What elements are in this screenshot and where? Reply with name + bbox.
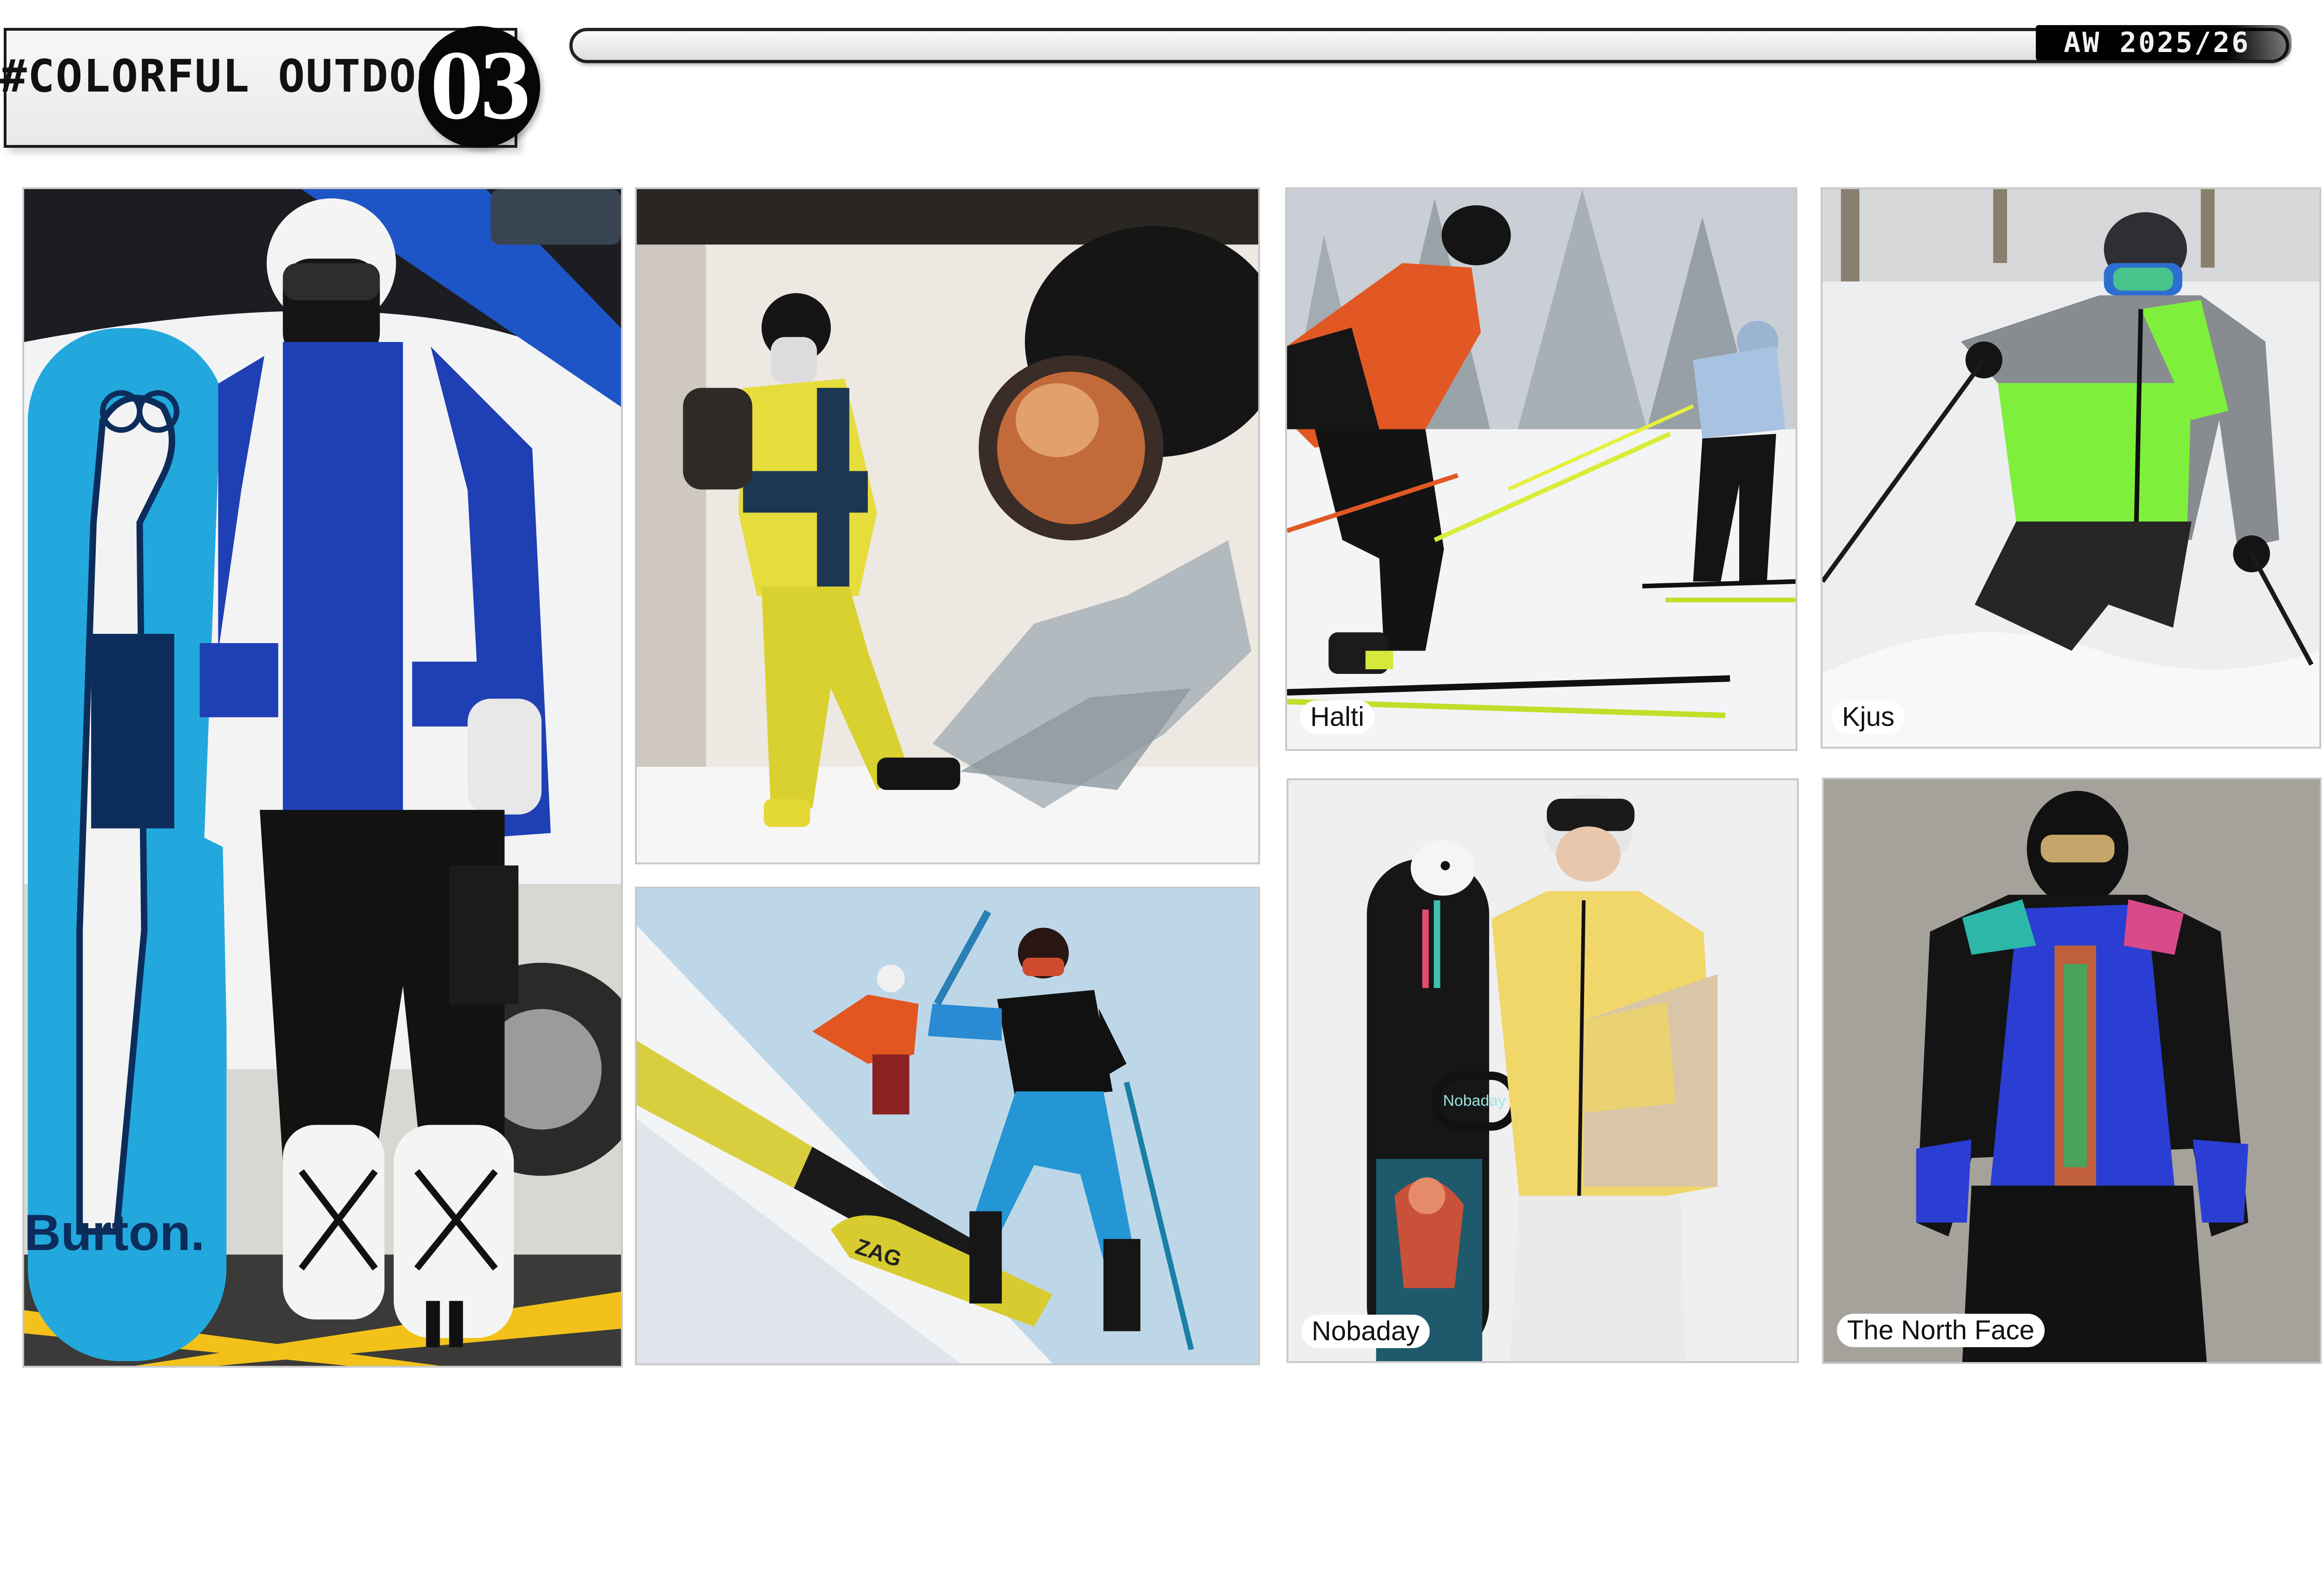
photo-kjus-illustration	[1822, 189, 2319, 747]
photo-mountain-climbers-illustration: ZAG	[637, 889, 1258, 1363]
header-bar	[569, 28, 2289, 63]
photo-nobaday-illustration: Nobaday	[1288, 780, 1797, 1361]
photo-halti: Halti	[1285, 187, 1797, 751]
photo-halti-illustration	[1287, 189, 1796, 749]
board-binding-text: Nobaday	[1443, 1092, 1506, 1110]
board-brand-text: Burton.	[24, 1205, 205, 1261]
section-number: 03	[430, 35, 532, 139]
photo-store-window	[635, 187, 1260, 864]
photo-mountain-climbers: ZAG	[635, 887, 1260, 1365]
photo-burton-illustration: Burton.	[24, 189, 621, 1366]
brand-label-halti: Halti	[1300, 700, 1375, 734]
photo-kjus: Kjus	[1821, 187, 2321, 749]
photo-burton-snowboarder: Burton.	[22, 187, 623, 1368]
page-title: #COLORFUL OUTDOOR	[0, 50, 473, 102]
brand-label-the-north-face: The North Face	[1837, 1314, 2045, 1347]
photo-the-north-face: The North Face	[1822, 777, 2322, 1364]
season-label: AW 2025/26	[2064, 26, 2251, 59]
photo-store-window-illustration	[637, 189, 1258, 862]
photo-nobaday: Nobaday Nobaday	[1287, 778, 1799, 1363]
photo-the-north-face-illustration	[1824, 779, 2320, 1362]
brand-label-kjus: Kjus	[1832, 700, 1905, 734]
brand-label-nobaday: Nobaday	[1301, 1315, 1430, 1348]
